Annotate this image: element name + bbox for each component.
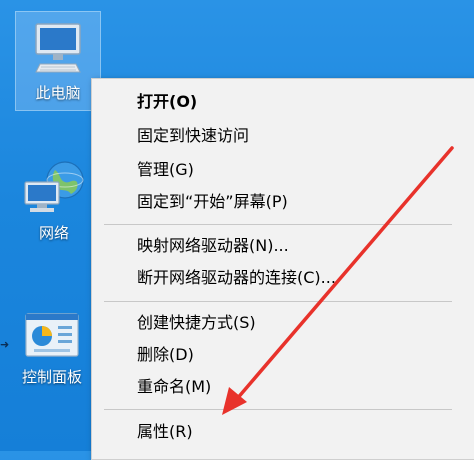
desktop-icon-label: 控制面板 bbox=[21, 368, 82, 386]
menu-item-pin-start[interactable]: 固定到“开始”屏幕(P) bbox=[92, 187, 474, 217]
menu-separator bbox=[104, 224, 452, 225]
menu-item-open[interactable]: 打开(O) bbox=[92, 87, 474, 117]
menu-item-pin-quick-access[interactable]: 固定到快速访问 bbox=[92, 121, 474, 151]
desktop-icon-network[interactable]: 网络 bbox=[12, 158, 96, 242]
desktop-icon-this-pc[interactable]: 此电脑 bbox=[15, 11, 101, 111]
desktop-icon-control-panel[interactable]: 控制面板 bbox=[10, 312, 94, 386]
desktop-icon-label: 此电脑 bbox=[35, 84, 81, 102]
menu-item-manage[interactable]: 管理(G) bbox=[92, 155, 474, 185]
menu-item-rename[interactable]: 重命名(M) bbox=[92, 372, 474, 402]
shortcut-arrow-icon: ➜ bbox=[0, 338, 10, 351]
control-panel-icon bbox=[25, 313, 79, 357]
menu-item-create-shortcut[interactable]: 创建快捷方式(S) bbox=[92, 308, 474, 338]
network-globe-icon bbox=[24, 161, 84, 212]
computer-icon bbox=[35, 23, 81, 73]
context-menu: 打开(O) 固定到快速访问 管理(G) 固定到“开始”屏幕(P) 映射网络驱动器… bbox=[91, 78, 474, 460]
menu-item-map-network-drive[interactable]: 映射网络驱动器(N)... bbox=[92, 231, 474, 261]
menu-item-disconnect-network-drive[interactable]: 断开网络驱动器的连接(C)... bbox=[92, 263, 474, 293]
menu-item-delete[interactable]: 删除(D) bbox=[92, 340, 474, 370]
menu-separator bbox=[104, 409, 452, 410]
menu-separator bbox=[104, 301, 452, 302]
menu-item-properties[interactable]: 属性(R) bbox=[92, 417, 474, 447]
desktop-icon-label: 网络 bbox=[38, 224, 69, 242]
